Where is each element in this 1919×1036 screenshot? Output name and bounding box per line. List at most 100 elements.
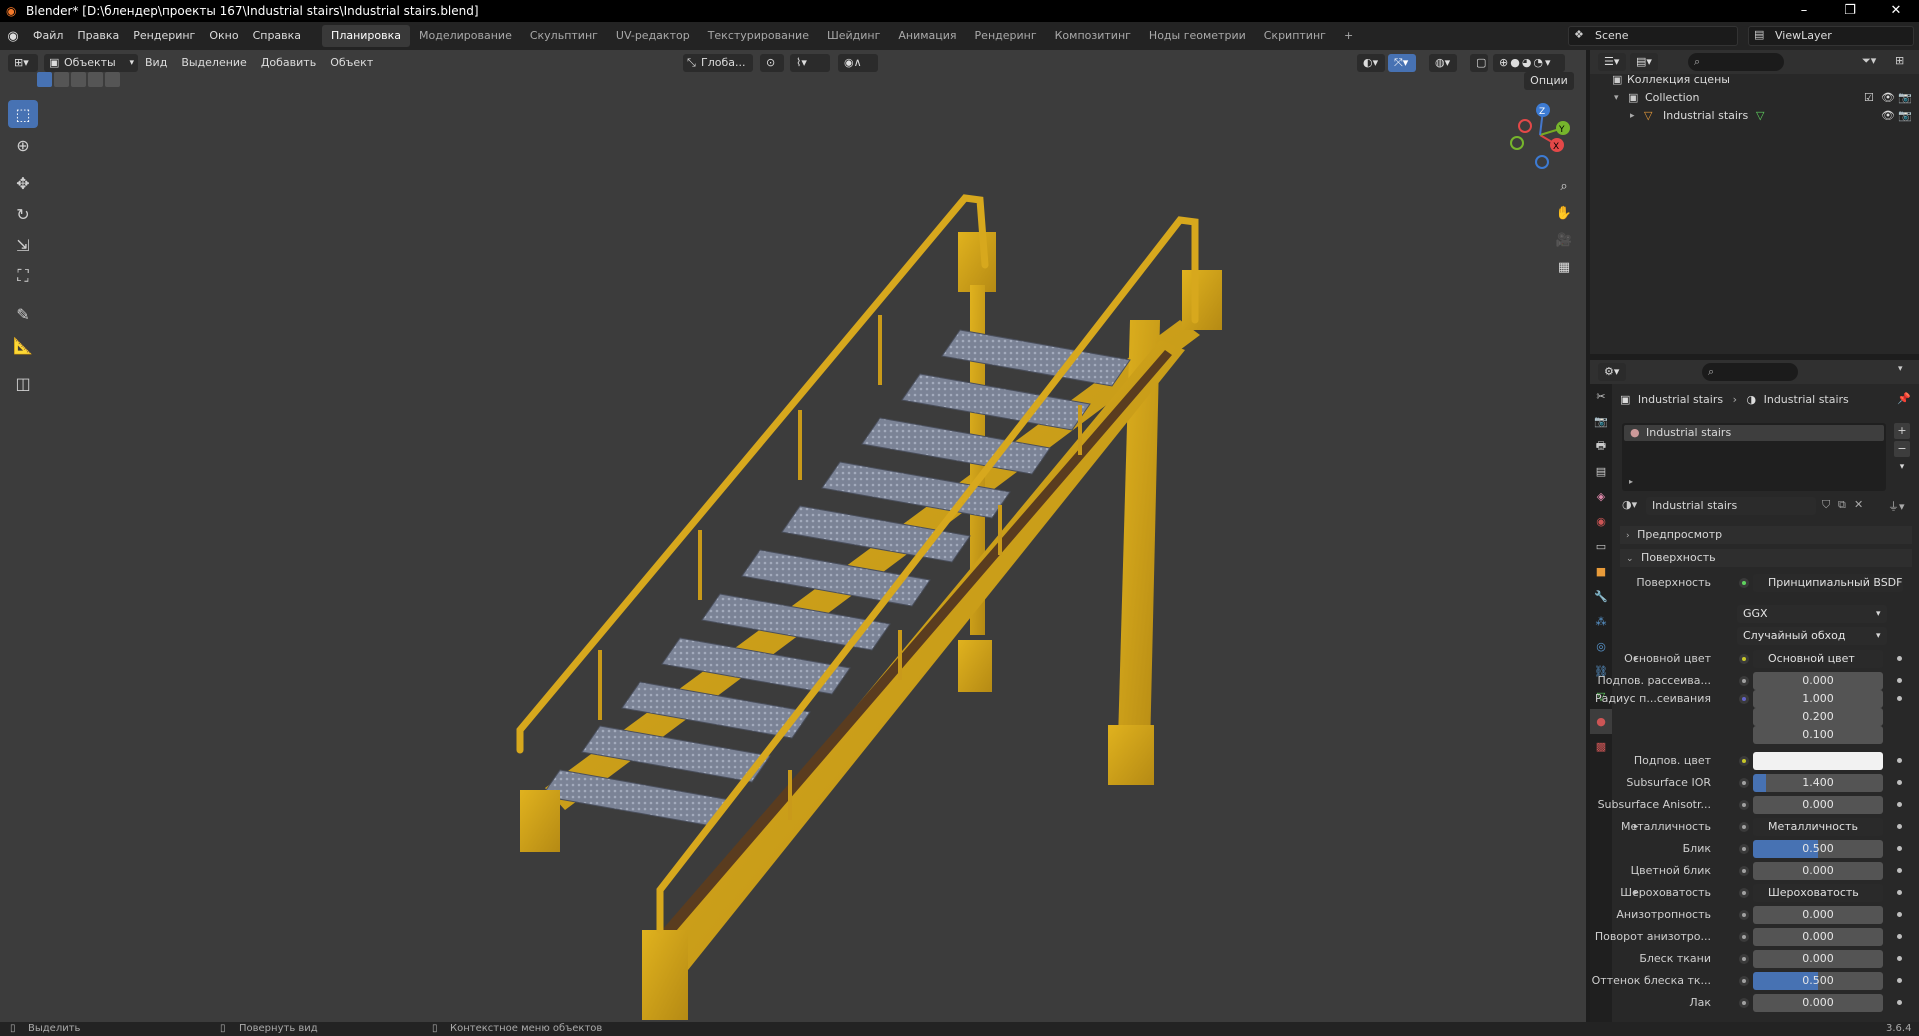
zoom-icon[interactable]: ⌕ [1552,174,1576,198]
socket-dot-icon[interactable] [1739,976,1749,986]
close-button[interactable]: ✕ [1873,0,1919,22]
value-slider[interactable]: 0.500 [1753,840,1883,858]
cursor-tool-icon[interactable]: ⊕ [8,131,38,159]
link-type-icon[interactable]: ⏚▾ [1888,498,1905,514]
grid-perspective-icon[interactable]: ▦ [1552,255,1576,279]
output-tab-icon[interactable]: 🖶 [1590,434,1612,459]
outliner-row-collection[interactable]: ▾ ▣ Collection ☑ 👁 📷 [1590,89,1919,107]
surface-shader-field[interactable]: Принципиальный BSDF [1753,574,1903,592]
remove-slot-icon[interactable]: − [1894,441,1910,457]
pivot-point-icon[interactable]: ⊙ [760,54,784,72]
pin-icon[interactable]: 📌 [1897,392,1911,405]
value-slider[interactable]: 0.000 [1753,950,1883,968]
editor-type-icon[interactable]: ⊞▾ [8,54,38,72]
blender-menu-icon[interactable]: ◉ [0,29,26,44]
view-layer-selector[interactable]: ViewLayer ▤ [1748,26,1914,46]
value-slider[interactable]: 0.100 [1753,726,1883,744]
socket-dot-icon[interactable] [1739,800,1749,810]
tab-compositing[interactable]: Композитинг [1046,25,1140,47]
menu-render[interactable]: Рендеринг [126,22,202,50]
socket-dot-icon[interactable] [1739,822,1749,832]
duplicate-icon[interactable]: ⧉ [1838,498,1846,512]
display-mode-icon[interactable]: ▤▾ [1630,53,1658,71]
material-slot-item[interactable]: ● Industrial stairs [1624,425,1884,441]
transform-tool-icon[interactable]: ⛶ [8,262,38,290]
socket-dot-icon[interactable] [1739,778,1749,788]
pan-hand-icon[interactable]: ✋ [1552,201,1576,225]
socket-dot-icon[interactable] [1739,910,1749,920]
snap-icon[interactable]: ⌇▾ [790,54,830,72]
particles-tab-icon[interactable]: ⁂ [1590,609,1612,634]
keyframe-dot-icon[interactable] [1897,758,1902,763]
scale-tool-icon[interactable]: ⇲ [8,231,38,259]
tab-geometry-nodes[interactable]: Ноды геометрии [1140,25,1255,47]
collection-tab-icon[interactable]: ▭ [1590,534,1612,559]
tab-layout[interactable]: Планировка [322,25,411,47]
value-slider[interactable]: 0.200 [1753,708,1883,726]
keyframe-dot-icon[interactable] [1897,656,1902,661]
value-slider[interactable]: 0.000 [1753,672,1883,690]
keyframe-dot-icon[interactable] [1897,956,1902,961]
fake-user-shield-icon[interactable]: ⛉ [1822,498,1830,512]
expand-arrow-icon[interactable]: ▸ [1630,107,1635,125]
menu-object[interactable]: Объект [323,49,380,77]
keyframe-dot-icon[interactable] [1897,780,1902,785]
subsurface-method-dropdown[interactable]: Случайный обход [1737,627,1887,645]
render-camera-icon[interactable]: 📷 [1898,89,1912,107]
keyframe-dot-icon[interactable] [1897,934,1902,939]
value-slider[interactable]: 0.000 [1753,928,1883,946]
keyframe-dot-icon[interactable] [1897,678,1902,683]
view-layer-tab-icon[interactable]: ▤ [1590,459,1612,484]
socket-dot-icon[interactable] [1739,676,1749,686]
tab-modeling[interactable]: Моделирование [410,25,521,47]
collapse-arrow-icon[interactable]: ▾ [1614,89,1619,107]
panel-surface-header[interactable]: ⌄ Поверхность [1620,549,1912,567]
value-slider[interactable]: 1.400 [1753,774,1883,792]
panel-preview-header[interactable]: › Предпросмотр [1620,526,1912,544]
linked-input-field[interactable]: Металличность [1753,818,1883,836]
menu-edit[interactable]: Правка [70,22,126,50]
tab-uv-editing[interactable]: UV-редактор [607,25,699,47]
filter-icon[interactable]: ⏷▾ [1862,54,1876,68]
add-cube-tool-icon[interactable]: ◫ [8,369,38,397]
chevron-down-icon[interactable]: ▾ [1894,459,1910,475]
keyframe-dot-icon[interactable] [1897,824,1902,829]
exclude-checkbox-icon[interactable]: ☑ [1864,89,1874,107]
material-name-field[interactable]: Industrial stairs [1646,497,1816,515]
tab-shading[interactable]: Шейдинг [818,25,889,47]
add-slot-icon[interactable]: + [1894,423,1910,439]
3d-viewport[interactable] [0,50,1586,1022]
scene-selector[interactable]: Scene ❖ [1568,26,1738,46]
tab-sculpting[interactable]: Скульптинг [521,25,607,47]
socket-dot-icon[interactable] [1739,756,1749,766]
socket-dot-icon[interactable] [1739,954,1749,964]
socket-dot-icon[interactable] [1739,932,1749,942]
value-slider[interactable]: 0.000 [1753,862,1883,880]
navigation-gizmo[interactable]: X Y Z [1500,100,1580,170]
measure-tool-icon[interactable]: 📐 [8,331,38,359]
overlay-toggle-icon[interactable]: ◍▾ [1429,54,1457,72]
tab-scripting[interactable]: Скриптинг [1255,25,1335,47]
keyframe-dot-icon[interactable] [1897,978,1902,983]
render-tab-icon[interactable]: 📷 [1590,409,1612,434]
outliner-editor-icon[interactable]: ☰▾ [1598,53,1626,71]
shading-mode-buttons[interactable]: ⊕●◕◔▾ [1493,54,1565,72]
add-workspace-button[interactable]: + [1335,25,1362,47]
value-slider[interactable]: 0.000 [1753,994,1883,1012]
move-tool-icon[interactable]: ✥ [8,169,38,197]
value-slider[interactable]: 0.000 [1753,796,1883,814]
socket-dot-icon[interactable] [1739,998,1749,1008]
keyframe-dot-icon[interactable] [1897,1000,1902,1005]
keyframe-dot-icon[interactable] [1897,868,1902,873]
material-tab-icon[interactable]: ● [1590,709,1612,734]
maximize-button[interactable]: ❐ [1827,0,1873,22]
value-slider[interactable]: 0.500 [1753,972,1883,990]
properties-editor-icon[interactable]: ⚙▾ [1598,363,1626,381]
unlink-icon[interactable]: ✕ [1854,498,1863,511]
visibility-eye-icon[interactable]: 👁 [1881,107,1895,125]
linked-input-field[interactable]: Основной цвет [1753,650,1883,668]
visibility-icon[interactable]: ◐▾ [1357,54,1385,72]
menu-add[interactable]: Добавить [254,49,323,77]
scene-tab-icon[interactable]: ◈ [1590,484,1612,509]
value-slider[interactable]: 0.000 [1753,906,1883,924]
